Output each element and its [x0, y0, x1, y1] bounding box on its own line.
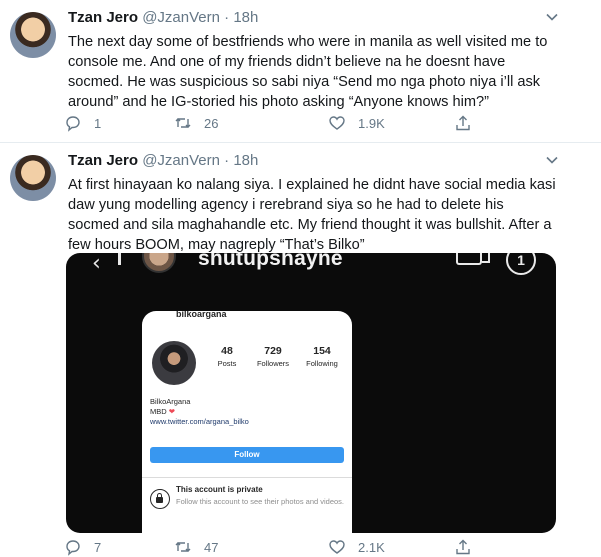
- author-handle[interactable]: @JzanVern: [142, 9, 220, 26]
- retweet-count: 47: [204, 539, 219, 555]
- private-subtitle: Follow this account to see their photos …: [176, 497, 345, 506]
- like-icon: [329, 540, 345, 554]
- video-camera-icon: [456, 253, 490, 265]
- stat-number: 154: [313, 345, 331, 357]
- story-count-badge: 1: [506, 253, 536, 275]
- like-icon: [329, 116, 345, 130]
- share-button[interactable]: [454, 536, 484, 557]
- divider: [142, 477, 352, 478]
- heart-icon: ❤: [168, 407, 176, 416]
- profile-bio: BilkoArgana MBD ❤ www.twitter.com/argana…: [150, 397, 249, 427]
- bio-text: MBD: [150, 407, 167, 416]
- stat-label: Posts: [217, 359, 237, 368]
- author-name[interactable]: Tzan Jero: [68, 152, 138, 169]
- private-title: This account is private: [176, 485, 263, 494]
- share-icon: [456, 115, 470, 131]
- tweet-text: At first hinayaan ko nalang siya. I expl…: [68, 177, 556, 253]
- stat-label: Following: [306, 359, 338, 368]
- instagram-profile-card: bilkoargana 48 Posts 729 Followers 154 F…: [142, 311, 352, 533]
- retweet-button[interactable]: 26: [174, 112, 218, 134]
- profile-picture: [152, 341, 196, 385]
- bio-name: BilkoArgana: [150, 397, 191, 406]
- separator: ·: [224, 9, 230, 26]
- like-button[interactable]: 1.9K: [328, 112, 385, 134]
- reply-count: 1: [94, 115, 102, 131]
- avatar[interactable]: [10, 12, 56, 58]
- like-button[interactable]: 2.1K: [328, 536, 385, 557]
- story-header: ‹ shutupshayne 1: [66, 253, 556, 276]
- stat-followers: 729 Followers: [248, 345, 298, 368]
- author-name[interactable]: Tzan Jero: [68, 9, 138, 26]
- author-handle[interactable]: @JzanVern: [142, 152, 220, 169]
- stat-posts: 48 Posts: [212, 345, 242, 368]
- timestamp[interactable]: 18h: [233, 9, 258, 26]
- bio-line: MBD ❤: [150, 407, 249, 417]
- tweet-text: The next day some of bestfriends who wer…: [68, 34, 548, 110]
- tweet-header: Tzan Jero @JzanVern · 18h: [68, 151, 258, 171]
- like-count: 2.1K: [358, 539, 385, 555]
- tweet-1[interactable]: Tzan Jero @JzanVern · 18h The next day s…: [0, 0, 601, 143]
- share-button[interactable]: [454, 112, 484, 134]
- tweet-media-image[interactable]: ‹ shutupshayne 1 bilkoargana 48 Posts 72…: [66, 253, 556, 533]
- like-count: 1.9K: [358, 115, 385, 131]
- back-arrow-icon: ‹: [92, 253, 101, 276]
- timestamp[interactable]: 18h: [233, 152, 258, 169]
- tweet-2[interactable]: Tzan Jero @JzanVern · 18h At first hinay…: [0, 143, 601, 557]
- lock-icon: [150, 489, 170, 509]
- retweet-icon: [175, 542, 191, 552]
- retweet-icon: [175, 118, 191, 128]
- chevron-down-icon[interactable]: [545, 10, 559, 24]
- reply-button[interactable]: 1: [64, 112, 101, 134]
- tweet-actions: 7 47 2.1K: [64, 536, 484, 557]
- reply-count: 7: [94, 539, 102, 555]
- story-username: shutupshayne: [198, 253, 343, 270]
- reply-icon: [66, 540, 80, 556]
- stat-label: Followers: [256, 359, 290, 368]
- story-avatar: [142, 253, 176, 273]
- follow-button: Follow: [150, 447, 344, 463]
- stat-following: 154 Following: [298, 345, 346, 368]
- separator: ·: [224, 152, 230, 169]
- avatar[interactable]: [10, 155, 56, 201]
- reply-icon: [66, 116, 80, 132]
- stat-number: 729: [264, 345, 282, 357]
- retweet-button[interactable]: 47: [174, 536, 218, 557]
- profile-username: bilkoargana: [176, 311, 227, 319]
- retweet-count: 26: [204, 115, 219, 131]
- reply-button[interactable]: 7: [64, 536, 101, 557]
- share-icon: [456, 539, 470, 555]
- stat-number: 48: [221, 345, 233, 357]
- chevron-down-icon[interactable]: [545, 153, 559, 167]
- divider: [118, 253, 121, 265]
- tweet-actions: 1 26 1.9K: [64, 112, 484, 134]
- tweet-header: Tzan Jero @JzanVern · 18h: [68, 8, 258, 28]
- bio-link: www.twitter.com/argana_bilko: [150, 417, 249, 426]
